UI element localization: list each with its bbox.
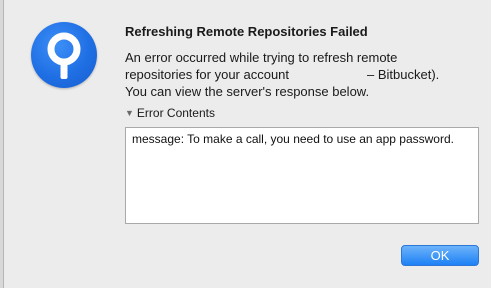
disclosure-label: Error Contents (136, 106, 215, 120)
message-line-3: You can view the server's response below… (125, 84, 370, 99)
dialog-title: Refreshing Remote Repositories Failed (125, 24, 368, 39)
error-alert-dialog: Refreshing Remote Repositories Failed An… (3, 0, 491, 288)
message-line-2-start: repositories for your account (125, 67, 290, 82)
message-line-2: repositories for your account – Bitbucket… (125, 66, 475, 83)
message-line-1: An error occurred while trying to refres… (125, 50, 398, 65)
redacted-account-name (291, 68, 366, 81)
dialog-message: An error occurred while trying to refres… (125, 49, 475, 100)
error-contents-textview[interactable]: message: To make a call, you need to use… (125, 127, 479, 224)
sourcetree-icon (31, 22, 97, 88)
error-contents-disclosure[interactable]: ▼ Error Contents (125, 106, 215, 120)
message-line-2-end: – Bitbucket). (367, 67, 440, 82)
ok-button[interactable]: OK (401, 245, 479, 266)
triangle-down-icon[interactable]: ▼ (125, 108, 134, 118)
